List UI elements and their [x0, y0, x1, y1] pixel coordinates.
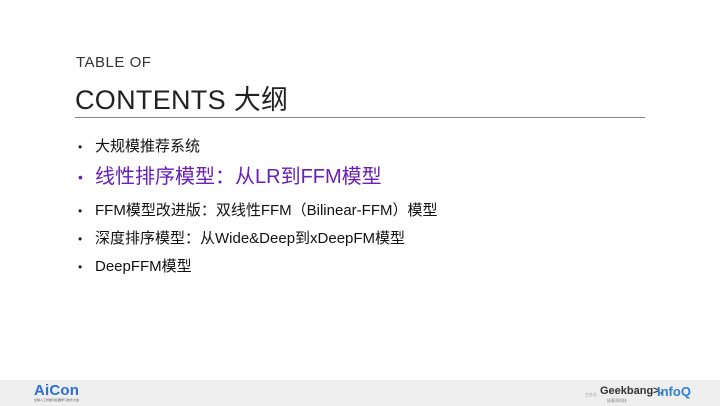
- agenda-item-2-active: • 线性排序模型：从LR到FFM模型: [77, 163, 677, 191]
- slide: TABLE OF CONTENTS 大纲 • 大规模推荐系统 • 线性排序模型：…: [0, 0, 720, 406]
- title-divider: [75, 117, 645, 118]
- geekbang-logo: Geekbang>.: [600, 385, 663, 397]
- toc-title: CONTENTS 大纲: [75, 85, 289, 115]
- agenda-item-label: 线性排序模型：从LR到FFM模型: [95, 166, 382, 188]
- agenda-item-label: 深度排序模型：从Wide&Deep到xDeepFM模型: [95, 230, 406, 247]
- bullet-icon: •: [78, 232, 83, 246]
- aicon-logo: AiCon: [34, 382, 80, 399]
- infoq-logo: InfoQ: [657, 384, 691, 399]
- agenda-item-label: FFM模型改进版：双线性FFM（Bilinear-FFM）模型: [95, 202, 438, 219]
- agenda-item-1: • 大规模推荐系统: [77, 136, 677, 158]
- organizer-tag: 主办方: [585, 392, 597, 397]
- agenda-item-5: • DeepFFM模型: [77, 256, 677, 278]
- agenda-item-label: DeepFFM模型: [95, 258, 192, 275]
- agenda-list: • 大规模推荐系统 • 线性排序模型：从LR到FFM模型 • FFM模型改进版：…: [77, 136, 677, 278]
- agenda-item-label: 大规模推荐系统: [95, 138, 201, 155]
- bullet-icon: •: [78, 169, 83, 185]
- geekbang-logo-subtitle: 极客邦科技: [607, 398, 627, 403]
- bullet-icon: •: [78, 260, 83, 274]
- toc-label-small: TABLE OF: [76, 54, 152, 71]
- aicon-logo-subtitle: 全球人工智能与机器学习技术大会: [34, 398, 80, 402]
- agenda-item-3: • FFM模型改进版：双线性FFM（Bilinear-FFM）模型: [77, 200, 677, 222]
- bullet-icon: •: [78, 204, 83, 218]
- agenda-item-4: • 深度排序模型：从Wide&Deep到xDeepFM模型: [77, 228, 677, 250]
- bullet-icon: •: [78, 140, 83, 154]
